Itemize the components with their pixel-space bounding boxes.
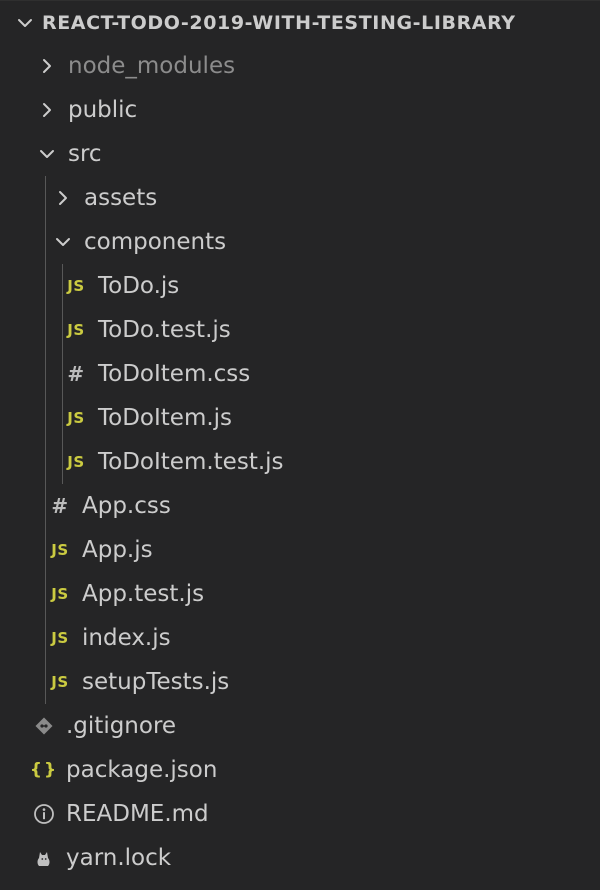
- tree-file-item[interactable]: JS App.test.js: [0, 572, 600, 616]
- tree-item-label: ToDo.test.js: [98, 317, 231, 343]
- tree-file-item[interactable]: JS index.js: [0, 616, 600, 660]
- tree-item-label: yarn.lock: [66, 845, 172, 871]
- tree-folder-item[interactable]: components: [0, 220, 600, 264]
- file-tree: node_modulespublic src assets components JS T…: [0, 44, 600, 880]
- indent-guide-components: [62, 264, 63, 484]
- tree-folder-item[interactable]: public: [0, 88, 600, 132]
- js-file-icon: JS: [51, 629, 69, 647]
- js-file-icon: JS: [51, 673, 69, 691]
- tree-file-item[interactable]: JS ToDo.js: [0, 264, 600, 308]
- tree-file-item[interactable]: # ToDoItem.css: [0, 352, 600, 396]
- tree-item-label: README.md: [66, 801, 209, 827]
- tree-item-label: ToDoItem.css: [98, 361, 251, 387]
- tree-file-item[interactable]: # App.css: [0, 484, 600, 528]
- project-title: REACT-TODO-2019-WITH-TESTING-LIBRARY: [42, 11, 516, 34]
- tree-item-label: setupTests.js: [82, 669, 230, 695]
- tree-item-label: .gitignore: [66, 713, 177, 739]
- tree-item-label: App.js: [82, 537, 153, 563]
- tree-folder-item[interactable]: src: [0, 132, 600, 176]
- tree-item-label: ToDoItem.js: [98, 405, 233, 431]
- tree-item-label: components: [84, 229, 227, 255]
- js-file-icon: JS: [67, 409, 85, 427]
- chevron-down-icon: [36, 143, 58, 165]
- file-explorer: REACT-TODO-2019-WITH-TESTING-LIBRARY nod…: [0, 0, 600, 890]
- tree-file-item[interactable]: JS ToDoItem.test.js: [0, 440, 600, 484]
- tree-item-label: package.json: [66, 757, 218, 783]
- tree-item-label: ToDoItem.test.js: [98, 449, 284, 475]
- tree-file-item[interactable]: JS setupTests.js: [0, 660, 600, 704]
- chevron-right-icon: [52, 187, 74, 209]
- tree-item-label: App.test.js: [82, 581, 205, 607]
- indent-guide-src: [45, 176, 46, 704]
- tree-file-item[interactable]: .gitignore: [0, 704, 600, 748]
- chevron-down-icon: [52, 231, 74, 253]
- tree-item-label: index.js: [82, 625, 171, 651]
- tree-item-label: ToDo.js: [98, 273, 180, 299]
- explorer-section-header[interactable]: REACT-TODO-2019-WITH-TESTING-LIBRARY: [0, 0, 600, 44]
- tree-file-item[interactable]: README.md: [0, 792, 600, 836]
- tree-item-label: assets: [84, 185, 158, 211]
- tree-file-item[interactable]: yarn.lock: [0, 836, 600, 880]
- tree-file-item[interactable]: JS ToDoItem.js: [0, 396, 600, 440]
- info-circle-icon: [32, 802, 56, 826]
- tree-file-item[interactable]: JS App.js: [0, 528, 600, 572]
- js-file-icon: JS: [67, 453, 85, 471]
- tree-folder-item[interactable]: node_modules: [0, 44, 600, 88]
- yarn-cat-icon: [32, 846, 56, 870]
- css-file-icon: #: [51, 494, 69, 518]
- git-diamond-icon: [32, 714, 56, 738]
- tree-file-item[interactable]: {} package.json: [0, 748, 600, 792]
- js-file-icon: JS: [51, 585, 69, 603]
- tree-item-label: public: [68, 97, 138, 123]
- tree-item-label: node_modules: [68, 53, 236, 79]
- tree-file-item[interactable]: JS ToDo.test.js: [0, 308, 600, 352]
- tree-item-label: src: [68, 141, 102, 167]
- js-file-icon: JS: [67, 321, 85, 339]
- chevron-right-icon: [36, 99, 58, 121]
- css-file-icon: #: [67, 362, 85, 386]
- js-file-icon: JS: [67, 277, 85, 295]
- chevron-right-icon: [36, 55, 58, 77]
- tree-folder-item[interactable]: assets: [0, 176, 600, 220]
- json-file-icon: {}: [29, 760, 59, 780]
- chevron-down-icon: [14, 12, 36, 34]
- tree-item-label: App.css: [82, 493, 171, 519]
- js-file-icon: JS: [51, 541, 69, 559]
